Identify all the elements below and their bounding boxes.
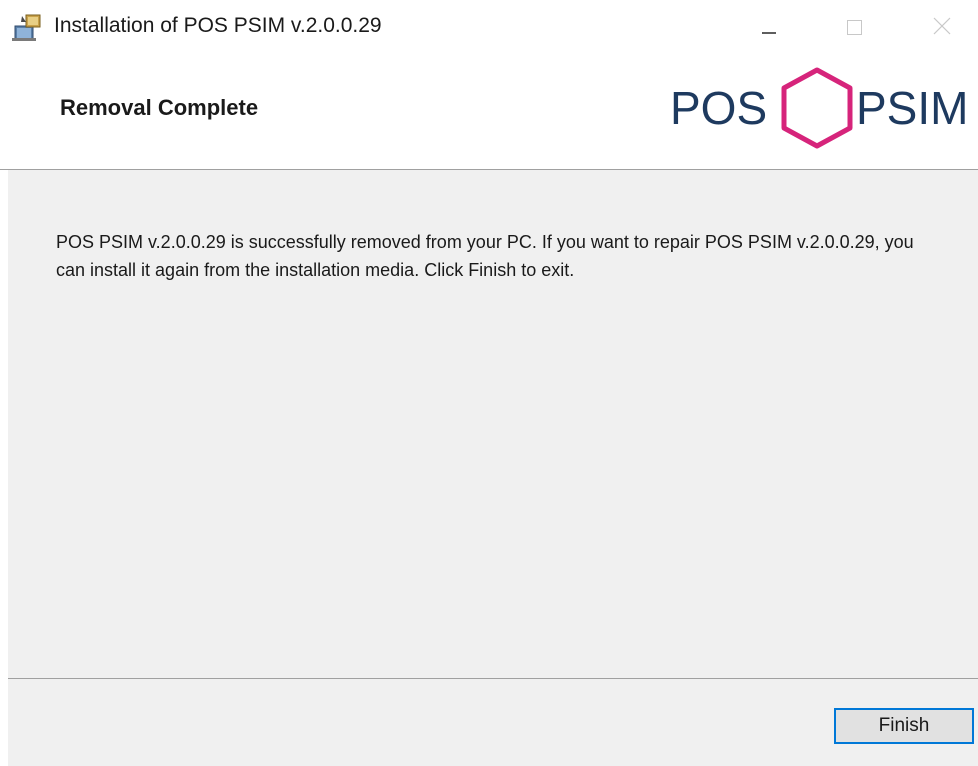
pos-psim-logo: POS PSIM [670,67,968,149]
logo-right-text: PSIM [856,82,968,134]
minimize-button[interactable] [738,0,798,52]
title-bar[interactable]: Installation of POS PSIM v.2.0.0.29 [0,0,978,52]
maximize-icon [847,20,862,35]
logo-left-text: POS [670,82,767,134]
window-left-edge [0,170,8,766]
installer-app-icon [12,14,41,41]
maximize-button[interactable] [824,0,884,52]
close-button[interactable] [912,0,972,52]
finish-button[interactable]: Finish [834,708,974,744]
hexagon-logo-icon [781,67,853,149]
page-title: Removal Complete [60,95,259,120]
installer-window: Installation of POS PSIM v.2.0.0.29 Remo… [0,0,978,766]
header-banner: Removal Complete POS PSIM [0,52,978,170]
content-panel: POS PSIM v.2.0.0.29 is successfully remo… [8,170,978,678]
window-title: Installation of POS PSIM v.2.0.0.29 [54,14,382,37]
minimize-icon [762,32,776,34]
close-icon [933,17,951,35]
footer-bar: Finish [8,679,978,766]
removal-message: POS PSIM v.2.0.0.29 is successfully remo… [56,232,914,280]
